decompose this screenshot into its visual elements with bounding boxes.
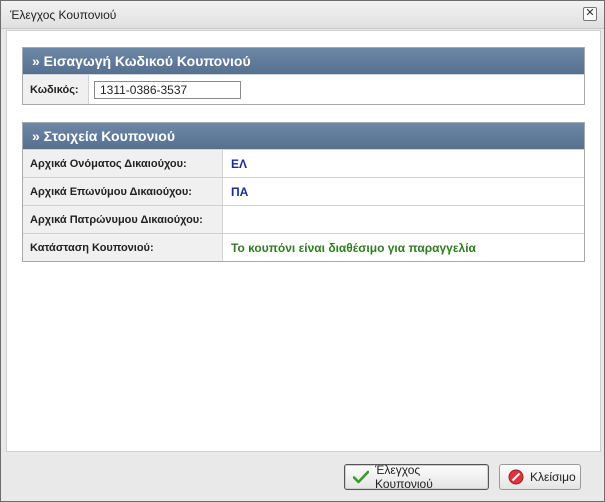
coupon-status-value: Το κουπόνι είναι διαθέσιμο για παραγγελί…	[231, 240, 476, 255]
dialog-title: Έλεγχος Κουπονιού	[10, 8, 117, 22]
check-coupon-button[interactable]: Έλεγχος Κουπονιού	[344, 463, 489, 491]
entry-panel-header: » Εισαγωγή Κωδικού Κουπονιού	[23, 48, 584, 74]
checkmark-icon	[353, 470, 369, 484]
dialog-content: » Εισαγωγή Κωδικού Κουπονιού Κωδικός: » …	[6, 30, 601, 452]
details-row: Αρχικά Ονόματος Δικαιούχου: ΕΛ	[23, 149, 584, 177]
close-button[interactable]: Κλείσιμο	[499, 464, 581, 490]
coupon-check-dialog: Έλεγχος Κουπονιού ✕ » Εισαγωγή Κωδικού Κ…	[0, 0, 605, 502]
coupon-code-input[interactable]	[94, 80, 241, 99]
coupon-details-panel: » Στοιχεία Κουπονιού Αρχικά Ονόματος Δικ…	[22, 122, 585, 262]
check-coupon-button-label: Έλεγχος Κουπονιού	[375, 463, 433, 491]
dialog-footer: Έλεγχος Κουπονιού Κλείσιμο	[1, 453, 604, 501]
first-name-initials-label: Αρχικά Ονόματος Δικαιούχου:	[23, 150, 223, 177]
details-panel-header: » Στοιχεία Κουπονιού	[23, 123, 584, 149]
father-name-initials-label: Αρχικά Πατρώνυμου Δικαιούχου:	[23, 206, 223, 233]
close-button-label: Κλείσιμο	[530, 470, 576, 484]
dialog-titlebar[interactable]: Έλεγχος Κουπονιού ✕	[1, 1, 604, 29]
details-row: Κατάσταση Κουπονιού: Το κουπόνι είναι δι…	[23, 233, 584, 261]
coupon-status-label: Κατάσταση Κουπονιού:	[23, 234, 223, 261]
coupon-entry-panel: » Εισαγωγή Κωδικού Κουπονιού Κωδικός:	[22, 47, 585, 105]
father-name-initials-value	[223, 206, 231, 233]
last-name-initials-value: ΠΑ	[231, 184, 249, 199]
details-row: Αρχικά Επωνύμου Δικαιούχου: ΠΑ	[23, 177, 584, 205]
close-icon[interactable]: ✕	[583, 7, 597, 21]
code-label: Κωδικός:	[23, 75, 89, 104]
details-row: Αρχικά Πατρώνυμου Δικαιούχου:	[23, 205, 584, 233]
last-name-initials-label: Αρχικά Επωνύμου Δικαιούχου:	[23, 178, 223, 205]
code-input-cell	[89, 75, 241, 104]
first-name-initials-value: ΕΛ	[231, 156, 248, 171]
code-row: Κωδικός:	[23, 74, 584, 104]
cancel-icon	[508, 469, 524, 485]
